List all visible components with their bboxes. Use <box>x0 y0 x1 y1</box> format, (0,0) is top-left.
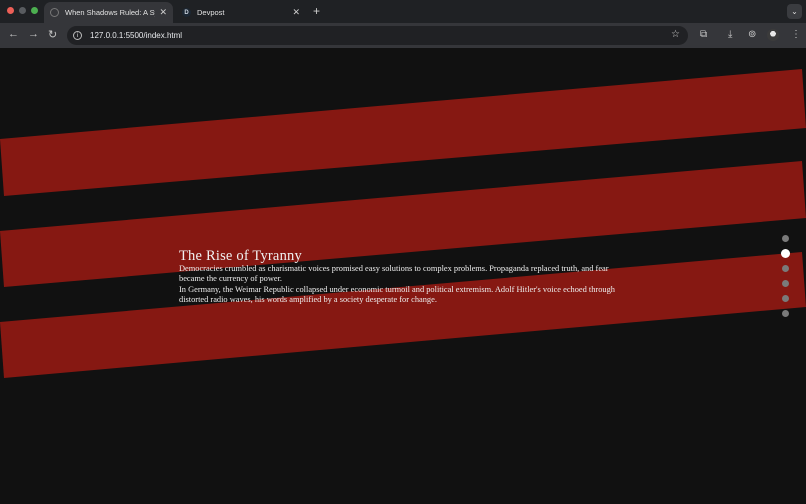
close-icon[interactable]: ✕ <box>292 7 300 18</box>
kebab-menu-icon[interactable]: ⋮ <box>791 29 801 40</box>
url-text[interactable]: 127.0.0.1:5500/index.html <box>90 31 182 40</box>
maximize-window-button[interactable] <box>31 7 38 14</box>
back-icon[interactable]: ← <box>8 28 19 40</box>
nav-dot-4[interactable] <box>782 280 789 287</box>
globe-icon <box>50 8 59 17</box>
close-icon[interactable]: ✕ <box>159 7 167 18</box>
minimize-window-button[interactable] <box>19 7 26 14</box>
tab-when-shadows-ruled[interactable]: When Shadows Ruled: A Sym ✕ <box>44 2 173 23</box>
section-paragraph-2: In Germany, the Weimar Republic collapse… <box>179 284 615 304</box>
nav-dot-5[interactable] <box>782 295 789 302</box>
close-window-button[interactable] <box>7 7 14 14</box>
page-viewport: The Rise of Tyranny Democracies crumbled… <box>0 48 806 504</box>
section-content: The Rise of Tyranny Democracies crumbled… <box>179 248 634 305</box>
profile-avatar[interactable] <box>767 29 779 41</box>
tab-title: When Shadows Ruled: A Sym <box>65 8 156 17</box>
new-tab-button[interactable]: + <box>313 4 320 18</box>
nav-dot-2-active[interactable] <box>781 249 790 258</box>
address-bar[interactable]: i 127.0.0.1:5500/index.html ☆ <box>67 26 688 45</box>
tab-search-button[interactable]: ⌄ <box>787 4 802 19</box>
browser-tab-bar: When Shadows Ruled: A Sym ✕ D Devpost ✕ … <box>0 0 806 23</box>
tab-title: Devpost <box>197 8 225 17</box>
devpost-favicon-icon: D <box>182 8 191 17</box>
tab-devpost[interactable]: D Devpost ✕ <box>176 2 306 23</box>
browser-toolbar: ← → ↻ i 127.0.0.1:5500/index.html ☆ ⧉ ⤓ … <box>0 23 806 48</box>
download-icon[interactable]: ⤓ <box>728 29 732 40</box>
reload-icon[interactable]: ↻ <box>48 28 57 41</box>
site-info-icon[interactable]: i <box>73 31 82 40</box>
nav-dot-3[interactable] <box>782 265 789 272</box>
forward-icon[interactable]: → <box>28 28 39 40</box>
extensions-icon[interactable]: ⧉ <box>700 29 707 40</box>
bookmark-star-icon[interactable]: ☆ <box>671 29 680 40</box>
section-paragraph-1: Democracies crumbled as charismatic voic… <box>179 264 609 284</box>
section-heading: The Rise of Tyranny <box>179 248 302 264</box>
nav-dot-6[interactable] <box>782 310 789 317</box>
nav-dot-1[interactable] <box>782 235 789 242</box>
google-lens-icon[interactable]: ⊚ <box>748 29 756 40</box>
